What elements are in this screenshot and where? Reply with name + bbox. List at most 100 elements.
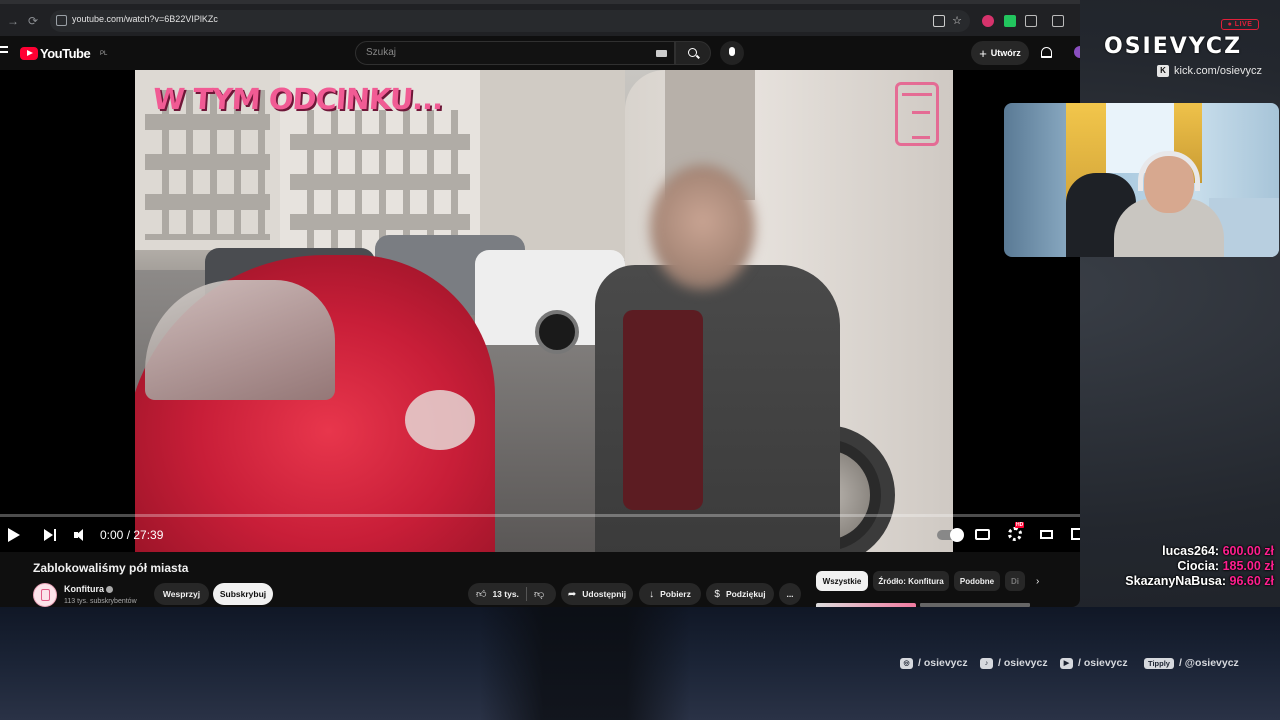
play-icon[interactable]: [8, 528, 20, 542]
download-button[interactable]: ↓ Pobierz: [639, 583, 701, 605]
plus-icon: +: [979, 45, 987, 61]
kick-link: kick.com/osievycz: [1174, 65, 1263, 77]
join-label: Wesprzyj: [162, 589, 201, 599]
time-total: 27:39: [133, 528, 164, 542]
search-icon: [688, 48, 697, 57]
subscribe-button[interactable]: Subskrybuj: [213, 583, 273, 605]
subscriber-count: 113 tys. subskrybentów: [64, 598, 137, 605]
like-dislike-group: 👍︎ 13 tys. 👎︎: [468, 583, 556, 605]
youtube-logo-text: YouTube: [40, 46, 91, 61]
thumbs-up-icon[interactable]: 👍︎: [476, 588, 486, 600]
subscribe-label: Subskrybuj: [219, 589, 267, 599]
donor-name: SkazanyNaBusa:: [1125, 574, 1227, 588]
social-tiktok: ♪ / osievycz: [980, 657, 1048, 669]
theater-mode-icon[interactable]: [1040, 530, 1053, 539]
more-actions-button[interactable]: ...: [779, 583, 801, 605]
donation-amount: 185.00 zł: [1222, 559, 1274, 573]
fullscreen-icon[interactable]: [1071, 528, 1080, 540]
url-text: youtube.com/watch?v=6B22VIPlKZc: [72, 14, 218, 24]
instagram-icon: ◎: [900, 657, 913, 669]
join-button[interactable]: Wesprzyj: [154, 583, 209, 605]
chip-partial[interactable]: Di: [1005, 571, 1025, 591]
site-info-icon[interactable]: [56, 15, 67, 26]
install-app-icon[interactable]: [933, 15, 945, 27]
keyboard-icon[interactable]: [656, 50, 667, 57]
extension-icon-2[interactable]: [1004, 15, 1016, 27]
document-icon: [895, 82, 939, 146]
chips-next-arrow-icon[interactable]: ›: [1036, 576, 1039, 587]
thanks-label: Podziękuj: [725, 589, 766, 599]
progress-bar[interactable]: [0, 514, 1080, 517]
subtitles-icon[interactable]: [975, 529, 990, 540]
browser-window: → ⟳ youtube.com/watch?v=6B22VIPlKZc ☆ Yo…: [0, 0, 1080, 607]
avatar[interactable]: [1074, 46, 1080, 58]
like-count[interactable]: 13 tys.: [492, 589, 518, 599]
youtube-header: YouTube PL + Utwórz: [0, 36, 1080, 70]
channel-avatar[interactable]: [33, 583, 57, 607]
tiktok-icon: ♪: [980, 657, 993, 669]
tipply-icon: Tipply: [1144, 657, 1174, 669]
like-divider: [526, 587, 527, 601]
browser-toolbar: → ⟳ youtube.com/watch?v=6B22VIPlKZc ☆: [0, 0, 1080, 36]
voice-search-button[interactable]: [720, 41, 744, 65]
youtube-logo[interactable]: YouTube PL: [20, 45, 107, 63]
next-video-icon[interactable]: [44, 529, 56, 541]
webcam-feed: [1004, 103, 1279, 257]
social-instagram: ◎ / osievycz: [900, 657, 968, 669]
thumbs-down-icon[interactable]: 👎︎: [534, 588, 544, 600]
share-button[interactable]: ➦ Udostępnij: [561, 583, 633, 605]
donation-row: Ciocia: 185.00 zł: [1125, 559, 1274, 574]
time-display: 0:00 / 27:39: [100, 528, 163, 542]
verified-icon: [106, 586, 113, 593]
player-controls: 0:00 / 27:39 HD: [0, 520, 1080, 550]
video-title: Zablokowaliśmy pół miasta: [33, 561, 189, 575]
hamburger-menu-icon[interactable]: [0, 46, 8, 58]
tipply-handle: / @osievycz: [1178, 657, 1239, 669]
blurred-face: [650, 165, 755, 290]
chip-related[interactable]: Podobne: [954, 571, 1000, 591]
donation-row: lucas264: 600.00 zł: [1125, 544, 1274, 559]
download-icon: ↓: [649, 588, 655, 600]
microphone-icon: [729, 47, 735, 56]
address-bar[interactable]: youtube.com/watch?v=6B22VIPlKZc: [50, 10, 970, 32]
reading-list-icon[interactable]: [1052, 15, 1064, 27]
volume-icon[interactable]: [74, 529, 90, 541]
person-shirt: [623, 310, 703, 510]
forward-icon[interactable]: →: [6, 14, 20, 28]
autoplay-toggle[interactable]: [937, 528, 964, 542]
youtube-handle: / osievycz: [1078, 657, 1128, 669]
car-white-wheel: [535, 310, 579, 354]
building-center-windows: [290, 110, 470, 250]
extension-icon-1[interactable]: [982, 15, 994, 27]
chip-all[interactable]: Wszystkie: [816, 571, 868, 591]
extensions-puzzle-icon[interactable]: [1025, 15, 1037, 27]
create-button[interactable]: + Utwórz: [971, 41, 1029, 65]
recommendation-title[interactable]: [920, 603, 1030, 607]
social-youtube: ▶ / osievycz: [1060, 657, 1128, 669]
streamer-brand: OSIEVYCZ: [1104, 34, 1243, 59]
settings-gear-icon[interactable]: [1008, 527, 1022, 541]
donation-amount: 96.60 zł: [1229, 574, 1274, 588]
recommendation-thumbnail[interactable]: [816, 603, 916, 607]
channel-name[interactable]: Konfitura: [64, 584, 104, 594]
youtube-play-logo-icon: [20, 47, 38, 60]
time-current: 0:00: [100, 528, 124, 542]
search-button[interactable]: [675, 41, 711, 65]
video-player[interactable]: W TYM ODCINKU... 0:00 / 27:39 HD: [0, 70, 1080, 552]
share-icon: ➦: [567, 588, 577, 600]
social-tipply: Tipply / @osievycz: [1144, 657, 1239, 669]
video-frame[interactable]: W TYM ODCINKU...: [135, 70, 953, 552]
search-box: [355, 41, 675, 65]
chip-source[interactable]: Źródło: Konfitura: [873, 571, 949, 591]
background-silhouette: [480, 607, 690, 720]
donation-list: lucas264: 600.00 zł Ciocia: 185.00 zł Sk…: [1125, 544, 1274, 589]
reload-icon[interactable]: ⟳: [26, 14, 40, 28]
video-overlay-title: W TYM ODCINKU...: [151, 82, 444, 116]
notifications-bell-icon[interactable]: [1041, 47, 1052, 58]
bookmark-star-icon[interactable]: ☆: [951, 15, 963, 27]
instagram-handle: / osievycz: [918, 657, 968, 669]
thanks-button[interactable]: $ Podziękuj: [706, 583, 774, 605]
download-label: Pobierz: [660, 589, 691, 599]
search-input[interactable]: [366, 47, 646, 58]
red-car-headlight: [405, 390, 475, 450]
